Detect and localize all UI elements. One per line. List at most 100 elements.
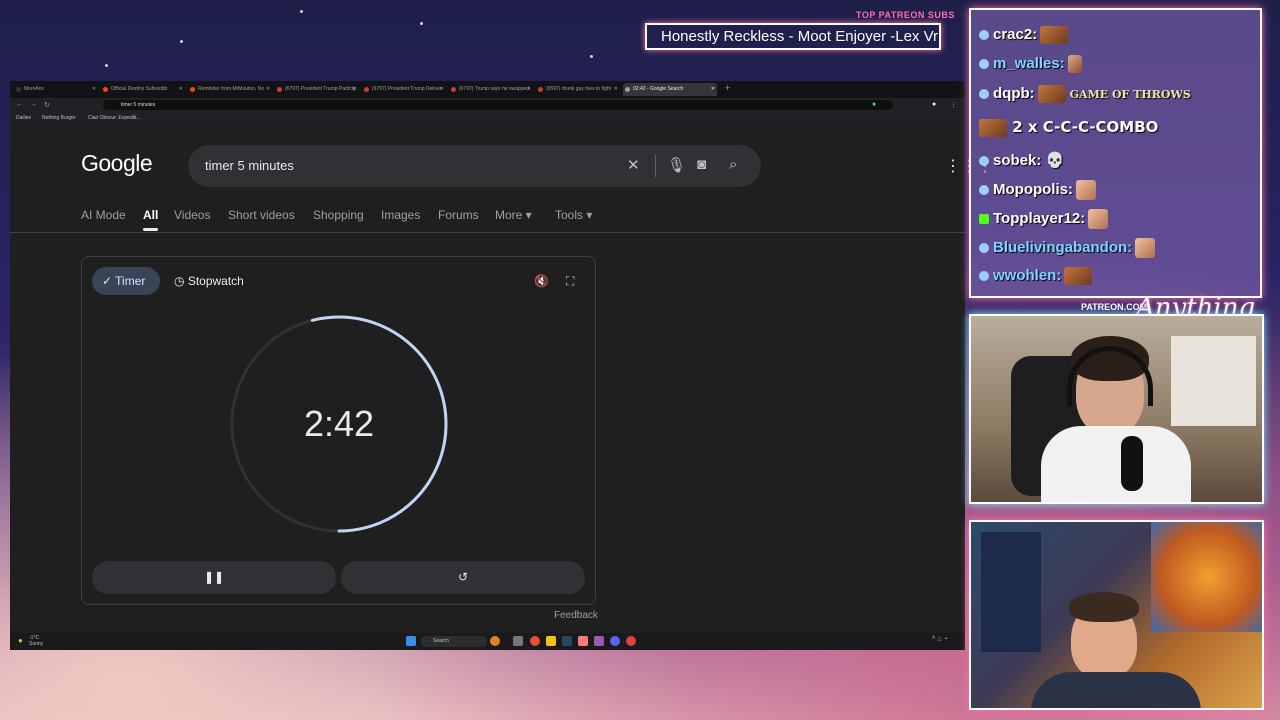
app-icon[interactable] (530, 636, 540, 646)
tab-forums[interactable]: Forums (438, 208, 479, 222)
tab-shopping[interactable]: Shopping (313, 208, 364, 222)
tab-favicon-icon (16, 87, 21, 92)
reset-icon: ↺ (457, 570, 469, 584)
folder-icon[interactable] (546, 636, 556, 646)
chat-emote (1088, 209, 1109, 229)
background-star (180, 40, 183, 43)
tab-favicon-icon (625, 87, 630, 92)
chat-message: crac2: (979, 26, 1069, 45)
chat-message: Bluelivingabandon: (979, 238, 1156, 258)
clear-icon[interactable]: ✕ (627, 156, 640, 174)
fullscreen-icon[interactable]: ⛶ (566, 274, 574, 289)
browser-tab[interactable]: (6597) drunk guy tries to fight ✕ (536, 83, 620, 96)
tab-close-icon[interactable]: ✕ (711, 86, 715, 92)
tab-close-icon[interactable]: ✕ (527, 86, 531, 92)
extension-icon[interactable]: ● (872, 101, 876, 108)
pause-icon: ❚❚ (203, 570, 225, 584)
stopwatch-tab[interactable]: ◷ Stopwatch (174, 267, 244, 295)
app-icon[interactable] (578, 636, 588, 646)
windows-start-icon[interactable] (406, 636, 416, 646)
chat-message: dqpb: GAME OF THROWS (979, 85, 1191, 104)
reload-icon[interactable]: ↻ (44, 101, 50, 109)
camera-lens-icon[interactable]: ◙ (697, 156, 706, 173)
browser-tab[interactable]: Reminder from MrMouton, No ✕ (188, 83, 272, 96)
bookmark-item[interactable]: Dailies (16, 115, 31, 121)
divider (655, 155, 656, 177)
tab-close-icon[interactable]: ✕ (92, 86, 96, 92)
timer-tab[interactable]: ✓ Timer (92, 267, 160, 295)
search-input[interactable]: timer 5 minutes ✕ 🎙 ◙ ⌕ (188, 145, 761, 187)
bookmark-item[interactable]: Nothing Burger (42, 115, 76, 121)
chat-badge-icon (979, 185, 989, 195)
chat-emote (1040, 26, 1069, 45)
browser-tab[interactable]: MoreAnx ✕ (14, 83, 98, 96)
forward-arrow-icon[interactable]: → (30, 101, 37, 108)
chat-username: Mopopolis: (993, 180, 1073, 198)
tab-favicon-icon (277, 87, 282, 92)
taskbar-search[interactable]: Search (421, 636, 487, 647)
chrome-icon[interactable] (626, 636, 636, 646)
skull-icon: 💀 (1041, 152, 1065, 169)
combo-text: 2 x C-C-C-COMBO (1012, 118, 1159, 136)
tab-label: (6797) President Trump Particip (285, 86, 356, 92)
app-icon[interactable] (490, 636, 500, 646)
tab-label: (6797) President Trump Deliver (372, 86, 442, 92)
chat-message: wwohlen: (979, 267, 1093, 286)
profile-icon[interactable]: ● (932, 101, 936, 108)
tab-images[interactable]: Images (381, 208, 420, 222)
clock-icon: ◷ (174, 274, 188, 288)
app-icon[interactable] (594, 636, 604, 646)
mute-icon[interactable]: 🔇 (534, 274, 549, 288)
app-icon[interactable] (513, 636, 523, 646)
bookmark-item[interactable]: Clair Obscur: Expediti... (88, 115, 141, 121)
back-arrow-icon[interactable]: ← (16, 101, 23, 108)
menu-dots-icon[interactable]: ⋮ (950, 101, 957, 109)
background-star (590, 55, 593, 58)
chat-emote-label: GAME OF THROWS (1069, 88, 1191, 101)
tab-close-icon[interactable]: ✕ (266, 86, 270, 92)
browser-tab[interactable]: Official Destiny Subreddit ✕ (101, 83, 185, 96)
microphone-icon[interactable]: 🎙 (667, 156, 686, 174)
steam-icon[interactable] (562, 636, 572, 646)
address-bar[interactable]: timer 5 minutes (103, 100, 893, 110)
taskbar-search-label: Search (433, 638, 449, 644)
tab-ai-mode[interactable]: AI Mode (81, 208, 126, 222)
weather-cond: Sunny (29, 641, 44, 647)
chat-emote (979, 118, 1007, 137)
browser-tab[interactable]: (6797) President Trump Particip ✕ (275, 83, 359, 96)
browser-tab-active[interactable]: 02:42 - Google Search ✕ (623, 83, 717, 96)
chat-badge-icon (979, 156, 989, 167)
background-star (420, 22, 423, 25)
tab-videos[interactable]: Videos (174, 208, 210, 222)
chat-message: Mopopolis: (979, 180, 1096, 200)
tab-more[interactable]: More ▾ (495, 208, 532, 222)
tab-all[interactable]: All (143, 208, 159, 231)
pause-button[interactable]: ❚❚ (92, 561, 336, 594)
tray-icons[interactable]: ^ ⌂ ◔ (932, 636, 948, 643)
search-icon[interactable]: ⌕ (729, 156, 737, 173)
background-star (105, 64, 108, 67)
tab-close-icon[interactable]: ✕ (353, 86, 357, 92)
address-text: timer 5 minutes (121, 102, 156, 108)
tab-tools[interactable]: Tools ▾ (555, 208, 592, 222)
tab-close-icon[interactable]: ✕ (614, 86, 618, 92)
tab-close-icon[interactable]: ✕ (440, 86, 444, 92)
tab-short-videos[interactable]: Short videos (228, 208, 295, 222)
google-logo[interactable]: Google (81, 150, 153, 177)
taskbar: ● -1°C Sunny Search ^ ⌂ ◔ (10, 633, 965, 650)
divider (10, 232, 965, 233)
chat-badge-icon (979, 89, 989, 100)
browser-tab[interactable]: (6797) Trump says he swapped ✕ (449, 83, 533, 96)
microphone (1121, 436, 1143, 491)
tab-favicon-icon (190, 87, 195, 92)
reset-button[interactable]: ↺ (341, 561, 585, 594)
tab-label: MoreAnx (24, 86, 45, 92)
new-tab-icon[interactable]: + (722, 83, 736, 96)
browser-tab[interactable]: (6797) President Trump Deliver ✕ (362, 83, 446, 96)
timer-widget: ✓ Timer ◷ Stopwatch 🔇 ⛶ 2:42 ❚❚ ↺ (81, 256, 596, 605)
chat-username: Bluelivingabandon: (993, 238, 1133, 256)
background-star (300, 10, 303, 13)
discord-icon[interactable] (610, 636, 620, 646)
feedback-link[interactable]: Feedback (554, 610, 598, 621)
tab-close-icon[interactable]: ✕ (179, 86, 183, 92)
